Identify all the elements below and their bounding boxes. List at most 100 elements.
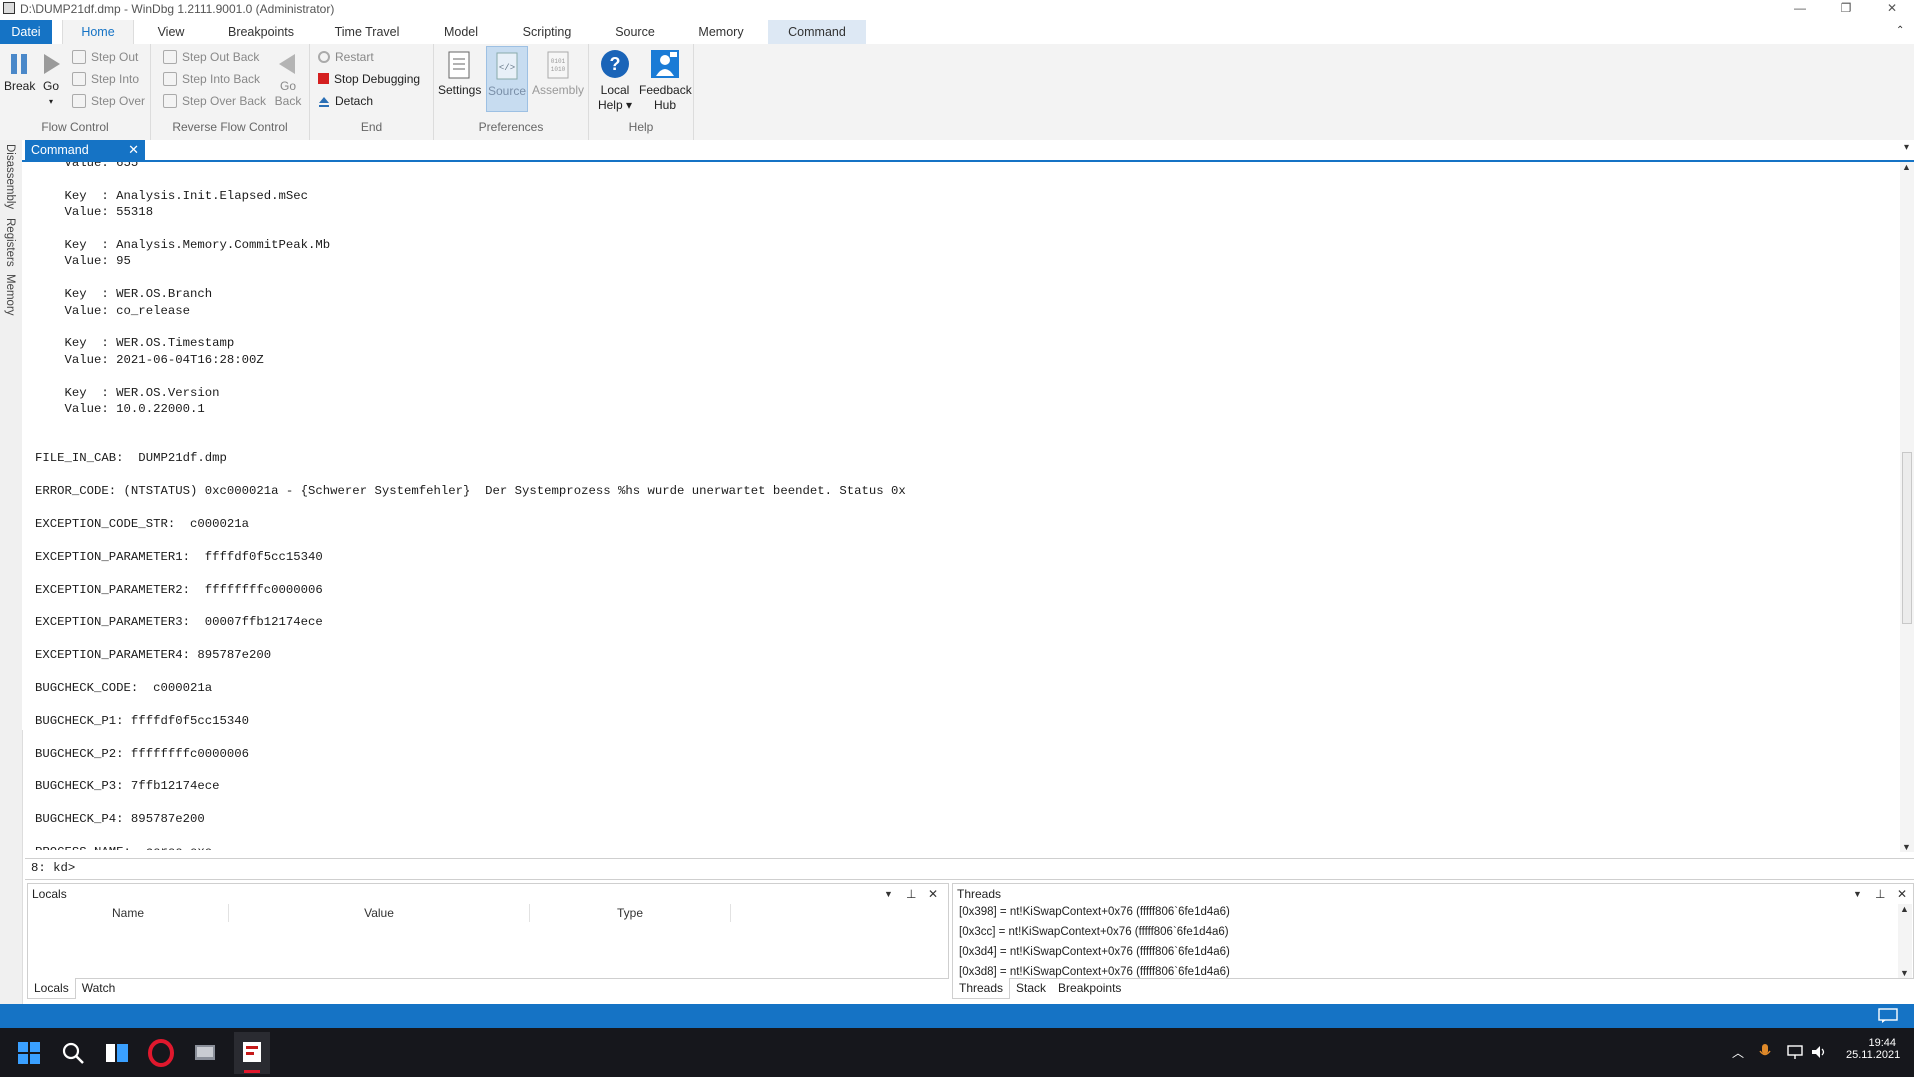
side-tab-registers[interactable]: Registers bbox=[4, 218, 16, 267]
svg-text:?: ? bbox=[610, 54, 621, 74]
detach-button[interactable]: Detach bbox=[318, 92, 373, 110]
tab-model[interactable]: Model bbox=[430, 20, 492, 44]
thread-row[interactable]: [0x3d8] = nt!KiSwapContext+0x76 (fffff80… bbox=[959, 966, 1230, 978]
source-mode-button[interactable]: </> Source bbox=[486, 46, 528, 112]
side-tab-memory[interactable]: Memory bbox=[4, 274, 16, 316]
opera-browser-icon[interactable] bbox=[146, 1038, 176, 1068]
tab-view[interactable]: View bbox=[140, 20, 202, 44]
step-into-back-icon bbox=[163, 71, 177, 86]
threads-pin-icon[interactable]: ⊥ bbox=[1875, 884, 1885, 904]
threads-bottom-tabs: Threads Stack Breakpoints bbox=[952, 978, 1127, 999]
scroll-thumb[interactable] bbox=[1902, 452, 1912, 624]
scroll-up-arrow-icon[interactable]: ▲ bbox=[1902, 162, 1911, 172]
local-help-button[interactable]: ? Local Help ▾ bbox=[593, 48, 637, 113]
locals-close-icon[interactable]: ✕ bbox=[928, 884, 938, 904]
task-view-icon[interactable] bbox=[102, 1038, 132, 1068]
break-button[interactable]: Break bbox=[4, 52, 35, 94]
close-command-tab-icon[interactable]: ✕ bbox=[128, 140, 139, 160]
tab-stack[interactable]: Stack bbox=[1010, 978, 1052, 998]
restart-button[interactable]: Restart bbox=[318, 48, 374, 66]
help-label: Help bbox=[628, 120, 654, 134]
restart-icon bbox=[318, 50, 330, 63]
volume-icon[interactable] bbox=[1810, 1043, 1828, 1061]
tab-home[interactable]: Home bbox=[62, 20, 134, 44]
side-tab-disassembly[interactable]: Disassembly bbox=[4, 144, 16, 209]
thread-row[interactable]: [0x398] = nt!KiSwapContext+0x76 (fffff80… bbox=[959, 906, 1230, 918]
thread-row[interactable]: [0x3d4] = nt!KiSwapContext+0x76 (fffff80… bbox=[959, 946, 1230, 958]
preferences-label: Preferences bbox=[478, 120, 544, 134]
threads-scroll-up-icon[interactable]: ▲ bbox=[1900, 904, 1909, 914]
tab-command[interactable]: Command bbox=[768, 20, 866, 44]
close-window-button[interactable]: ✕ bbox=[1874, 0, 1910, 18]
tab-threads[interactable]: Threads bbox=[952, 978, 1011, 999]
window-menu-chevron-icon[interactable]: ▾ bbox=[1904, 142, 1909, 153]
ribbon-panel: Break Go ▾ Step Out Step Into Step Over … bbox=[0, 44, 1914, 141]
restore-button[interactable]: ❐ bbox=[1828, 0, 1864, 18]
threads-close-icon[interactable]: ✕ bbox=[1897, 884, 1907, 904]
windows-start-icon[interactable] bbox=[14, 1038, 44, 1068]
step-out-back-button[interactable]: Step Out Back bbox=[163, 48, 259, 66]
tab-locals[interactable]: Locals bbox=[27, 978, 76, 999]
taskbar: ︿ 19:44 25.11.2021 bbox=[0, 1028, 1914, 1077]
tab-command-window[interactable]: Command ✕ bbox=[25, 140, 145, 160]
thread-row[interactable]: [0x3cc] = nt!KiSwapContext+0x76 (fffff80… bbox=[959, 926, 1229, 938]
tab-scripting[interactable]: Scripting bbox=[508, 20, 586, 44]
command-window: Command ✕ ▾ Value: 655 Key : Analysis.In… bbox=[22, 140, 1914, 852]
step-over-back-icon bbox=[163, 93, 177, 108]
network-icon[interactable] bbox=[1786, 1043, 1804, 1061]
tab-datei[interactable]: Datei bbox=[0, 20, 52, 44]
locals-pin-icon[interactable]: ⊥ bbox=[906, 884, 916, 904]
scroll-down-arrow-icon[interactable]: ▼ bbox=[1902, 842, 1911, 852]
locals-col-name[interactable]: Name bbox=[28, 904, 229, 922]
go-button[interactable]: Go ▾ bbox=[38, 52, 64, 109]
svg-text:</>: </> bbox=[499, 63, 515, 73]
chat-feedback-icon[interactable] bbox=[1878, 1008, 1898, 1024]
go-dropdown-icon[interactable]: ▾ bbox=[38, 94, 64, 109]
threads-list[interactable]: [0x398] = nt!KiSwapContext+0x76 (fffff80… bbox=[953, 904, 1897, 978]
locals-dropdown-icon[interactable]: ▼ bbox=[884, 884, 893, 904]
step-into-back-button[interactable]: Step Into Back bbox=[163, 70, 260, 88]
tab-watch[interactable]: Watch bbox=[76, 978, 122, 998]
microphone-icon[interactable] bbox=[1758, 1043, 1772, 1061]
tab-breakpoints-pane[interactable]: Breakpoints bbox=[1052, 978, 1127, 998]
locals-col-type[interactable]: Type bbox=[530, 904, 731, 922]
assembly-mode-button[interactable]: 0101 1010 Assembly bbox=[532, 50, 584, 98]
tab-source[interactable]: Source bbox=[602, 20, 668, 44]
stop-icon bbox=[318, 73, 329, 85]
app-window-icon[interactable] bbox=[190, 1038, 220, 1068]
ribbon-collapse-chevron-icon[interactable]: ⌃ bbox=[1896, 25, 1904, 36]
help-icon: ? bbox=[601, 50, 629, 78]
step-out-button[interactable]: Step Out bbox=[72, 48, 138, 66]
command-output[interactable]: Value: 655 Key : Analysis.Init.Elapsed.m… bbox=[22, 162, 1897, 850]
clock-date: 25.11.2021 bbox=[1846, 1049, 1901, 1061]
step-over-button[interactable]: Step Over bbox=[72, 92, 145, 110]
go-back-button[interactable]: Go Back bbox=[273, 52, 303, 109]
play-icon bbox=[44, 54, 60, 74]
step-into-button[interactable]: Step Into bbox=[72, 70, 139, 88]
reverse-flow-label: Reverse Flow Control bbox=[172, 120, 288, 134]
search-icon[interactable] bbox=[58, 1038, 88, 1068]
clock[interactable]: 19:44 25.11.2021 bbox=[1846, 1037, 1901, 1061]
locals-col-value[interactable]: Value bbox=[229, 904, 530, 922]
command-input[interactable] bbox=[79, 860, 1903, 879]
settings-button[interactable]: Settings bbox=[438, 50, 481, 98]
tray-overflow-icon[interactable]: ︿ bbox=[1732, 1044, 1744, 1061]
feedback-hub-button[interactable]: Feedback Hub bbox=[639, 48, 692, 113]
group-preferences: Settings </> Source 0101 1010 Assembly Pr… bbox=[434, 44, 589, 140]
tab-memory[interactable]: Memory bbox=[684, 20, 758, 44]
command-tab-row: Command ✕ ▾ bbox=[22, 140, 1914, 162]
tab-breakpoints[interactable]: Breakpoints bbox=[218, 20, 304, 44]
step-into-icon bbox=[72, 71, 86, 86]
svg-text:1010: 1010 bbox=[551, 66, 566, 73]
tab-time-travel[interactable]: Time Travel bbox=[320, 20, 414, 44]
stop-debugging-button[interactable]: Stop Debugging bbox=[318, 70, 420, 88]
threads-dropdown-icon[interactable]: ▼ bbox=[1853, 884, 1862, 904]
windbg-taskbar-button[interactable] bbox=[234, 1032, 270, 1074]
step-over-back-button[interactable]: Step Over Back bbox=[163, 92, 266, 110]
pause-icon bbox=[11, 54, 27, 74]
threads-scroll-down-icon[interactable]: ▼ bbox=[1900, 968, 1909, 978]
command-scrollbar[interactable]: ▲ ▼ bbox=[1900, 162, 1914, 852]
windbg-icon bbox=[243, 1042, 261, 1062]
threads-scrollbar[interactable]: ▲ ▼ bbox=[1898, 904, 1912, 978]
minimize-button[interactable]: — bbox=[1782, 0, 1818, 18]
